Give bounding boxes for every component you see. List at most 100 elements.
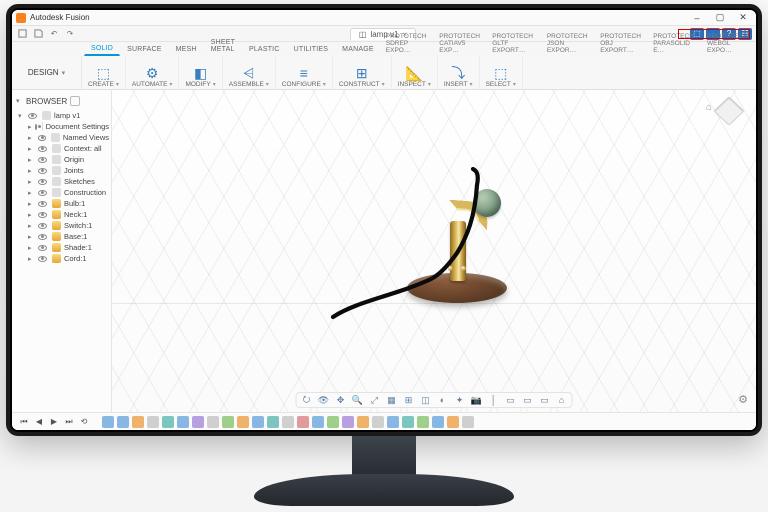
- browser-node[interactable]: Construction: [14, 187, 109, 198]
- ribbon-group-construct[interactable]: ⊞CONSTRUCT▾: [333, 56, 392, 89]
- navbar-render-style-button[interactable]: ◐: [437, 394, 449, 406]
- visibility-eye-icon[interactable]: [38, 168, 47, 174]
- timeline-feature[interactable]: [402, 416, 414, 428]
- window-minimize-button[interactable]: –: [688, 11, 706, 25]
- browser-node[interactable]: Base:1: [14, 231, 109, 242]
- triangle-closed-icon[interactable]: [28, 244, 35, 252]
- triangle-closed-icon[interactable]: [28, 145, 35, 153]
- browser-node[interactable]: Switch:1: [14, 220, 109, 231]
- visibility-eye-icon[interactable]: [38, 223, 47, 229]
- triangle-closed-icon[interactable]: [28, 178, 35, 186]
- timeline-feature[interactable]: [102, 416, 114, 428]
- triangle-closed-icon[interactable]: [28, 156, 35, 164]
- navbar-look-button[interactable]: 👁: [318, 394, 330, 406]
- visibility-eye-icon[interactable]: [38, 157, 47, 163]
- navbar-grid-toggle-button[interactable]: ▦: [386, 394, 398, 406]
- browser-collapse-toggle[interactable]: [16, 97, 23, 105]
- navbar-view-right-button[interactable]: ▭: [539, 394, 551, 406]
- ribbon-group-insert[interactable]: ⤵INSERT▾: [438, 56, 480, 89]
- file-menu-button[interactable]: [16, 28, 28, 40]
- browser-node[interactable]: Named Views: [14, 132, 109, 143]
- triangle-closed-icon[interactable]: [28, 222, 35, 230]
- browser-node[interactable]: Cord:1: [14, 253, 109, 264]
- triangle-closed-icon[interactable]: [28, 123, 32, 131]
- timeline-feature[interactable]: [192, 416, 204, 428]
- visibility-eye-icon[interactable]: [38, 212, 47, 218]
- browser-settings-icon[interactable]: [70, 96, 80, 106]
- ribbon-group-inspect[interactable]: 📐INSPECT▾: [392, 56, 438, 89]
- timeline-feature[interactable]: [267, 416, 279, 428]
- timeline-feature[interactable]: [342, 416, 354, 428]
- browser-node[interactable]: Origin: [14, 154, 109, 165]
- visibility-eye-icon[interactable]: [38, 245, 47, 251]
- viewcube[interactable]: [718, 100, 746, 128]
- timeline-feature[interactable]: [327, 416, 339, 428]
- viewport-settings-icon[interactable]: ⚙: [738, 393, 748, 406]
- triangle-closed-icon[interactable]: [28, 211, 35, 219]
- timeline-play-control[interactable]: ◀: [33, 416, 45, 428]
- ribbon-tab-manage[interactable]: MANAGE: [335, 43, 381, 56]
- ribbon-tab-solid[interactable]: SOLID: [84, 42, 120, 56]
- visibility-eye-icon[interactable]: [28, 113, 37, 119]
- browser-node[interactable]: Shade:1: [14, 242, 109, 253]
- window-maximize-button[interactable]: ▢: [711, 11, 729, 25]
- undo-button[interactable]: ↶: [48, 28, 60, 40]
- workspace-selector[interactable]: DESIGN ▾: [12, 56, 82, 89]
- timeline-feature[interactable]: [447, 416, 459, 428]
- ribbon-tab-export-gltf[interactable]: PROTOTECH GLTF EXPORT…: [487, 31, 542, 56]
- triangle-closed-icon[interactable]: [28, 233, 35, 241]
- ribbon-group-create[interactable]: ⬚CREATE▾: [82, 56, 126, 89]
- window-close-button[interactable]: ✕: [734, 11, 752, 25]
- ribbon-tab-utilities[interactable]: UTILITIES: [287, 43, 336, 56]
- browser-node[interactable]: Context: all: [14, 143, 109, 154]
- triangle-closed-icon[interactable]: [28, 200, 35, 208]
- timeline-feature[interactable]: [282, 416, 294, 428]
- navbar-section-button[interactable]: ◫: [420, 394, 432, 406]
- visibility-eye-icon[interactable]: [38, 201, 47, 207]
- navbar-pan-button[interactable]: ✥: [335, 394, 347, 406]
- ribbon-tab-plastic[interactable]: PLASTIC: [242, 43, 287, 56]
- visibility-eye-icon[interactable]: [38, 146, 47, 152]
- triangle-closed-icon[interactable]: [28, 189, 35, 197]
- triangle-closed-icon[interactable]: [28, 255, 35, 263]
- visibility-eye-icon[interactable]: [38, 135, 47, 141]
- visibility-eye-icon[interactable]: [38, 256, 47, 262]
- navbar-view-front-button[interactable]: ▭: [505, 394, 517, 406]
- ribbon-tab-sheetmetal[interactable]: SHEET METAL: [204, 36, 242, 56]
- navbar-snap-button[interactable]: ⊞: [403, 394, 415, 406]
- ribbon-tab-export-sdrep[interactable]: PROTOTECH SDREP EXPO…: [381, 31, 435, 56]
- timeline-feature[interactable]: [462, 416, 474, 428]
- ribbon-tab-export-webgl[interactable]: PROTOTECH WEBGL EXPO…: [702, 31, 756, 56]
- browser-panel[interactable]: BROWSER lamp v1 Document SettingsNamed V…: [12, 90, 112, 412]
- ribbon-tab-export-catia[interactable]: PROTOTECH CATIAV5 EXP…: [434, 31, 487, 56]
- navbar-view-home-button[interactable]: ⌂: [556, 394, 568, 406]
- timeline-play-control[interactable]: ⟲: [78, 416, 90, 428]
- triangle-closed-icon[interactable]: [28, 167, 35, 175]
- ribbon-group-modify[interactable]: ◧MODIFY▾: [179, 56, 222, 89]
- timeline-feature[interactable]: [132, 416, 144, 428]
- timeline-play-control[interactable]: ⏭: [63, 416, 75, 428]
- ribbon-group-automate[interactable]: ⚙AUTOMATE▾: [126, 56, 180, 89]
- visibility-eye-icon[interactable]: [38, 190, 47, 196]
- viewport-3d[interactable]: ⌂: [112, 90, 756, 412]
- timeline-feature[interactable]: [372, 416, 384, 428]
- ribbon-tab-export-parasolid[interactable]: PROTOTECH PARASOLID E…: [648, 31, 702, 56]
- view-home-icon[interactable]: ⌂: [706, 102, 712, 113]
- timeline-feature[interactable]: [297, 416, 309, 428]
- browser-node[interactable]: Joints: [14, 165, 109, 176]
- timeline-feature[interactable]: [357, 416, 369, 428]
- ribbon-group-select[interactable]: ⬚SELECT▾: [480, 56, 523, 89]
- lamp-model[interactable]: [347, 141, 547, 341]
- visibility-eye-icon[interactable]: [38, 234, 47, 240]
- navbar-camera-button[interactable]: 📷: [471, 394, 483, 406]
- navbar-fit-button[interactable]: ⤢: [369, 394, 381, 406]
- timeline-feature[interactable]: [432, 416, 444, 428]
- ribbon-tab-export-json[interactable]: PROTOTECH JSON EXPOR…: [542, 31, 595, 56]
- browser-root-node[interactable]: lamp v1: [14, 110, 109, 121]
- timeline-feature[interactable]: [237, 416, 249, 428]
- timeline-feature[interactable]: [312, 416, 324, 428]
- timeline-feature[interactable]: [162, 416, 174, 428]
- navbar-zoom-button[interactable]: 🔍: [352, 394, 364, 406]
- browser-node[interactable]: Sketches: [14, 176, 109, 187]
- timeline-feature[interactable]: [222, 416, 234, 428]
